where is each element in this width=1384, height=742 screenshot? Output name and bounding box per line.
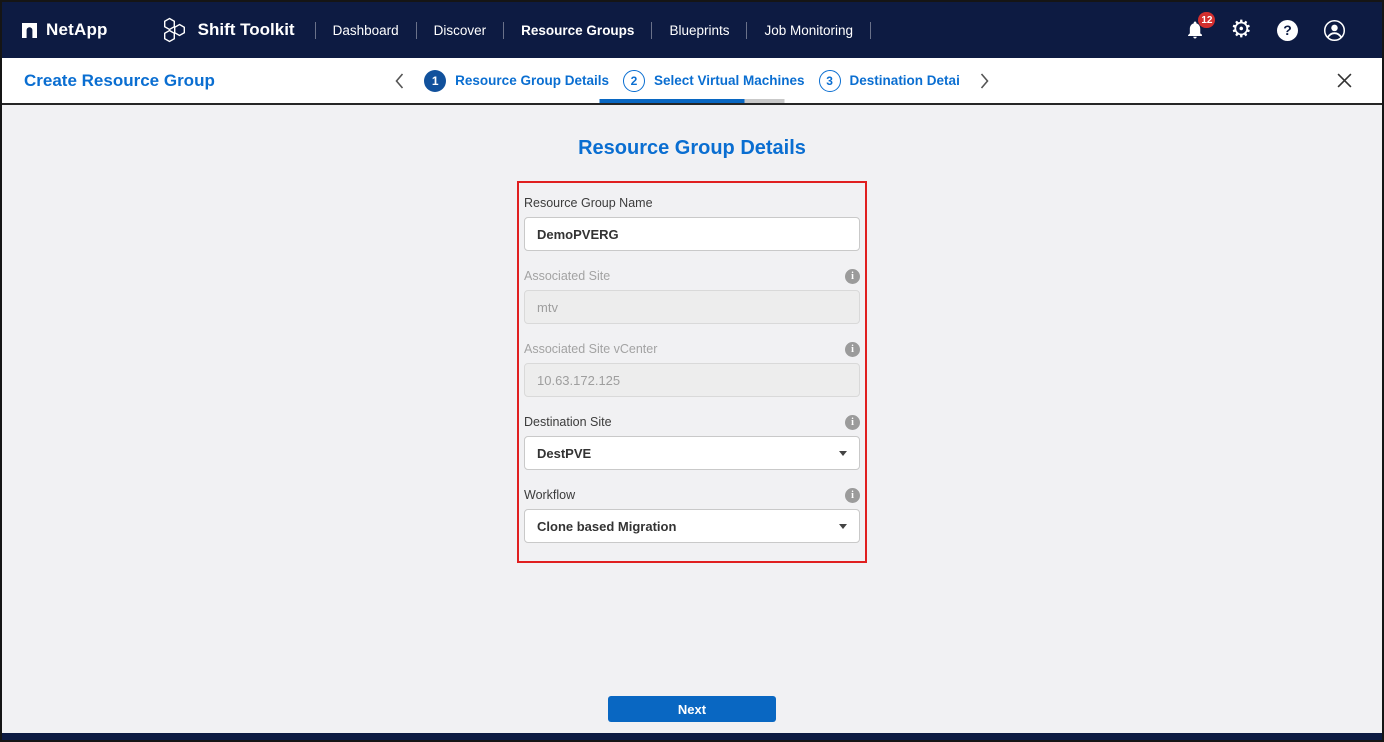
nav-item-resource-groups[interactable]: Resource Groups [504, 23, 651, 38]
close-icon [1337, 73, 1352, 88]
help-icon: ? [1277, 20, 1298, 41]
stepper-scroll-track [745, 99, 785, 103]
nav-item-job-monitoring[interactable]: Job Monitoring [747, 23, 870, 38]
chevron-down-icon [839, 451, 847, 456]
field-resource-group-name: Resource Group Name [524, 195, 860, 251]
step-resource-group-details[interactable]: 1 Resource Group Details [424, 70, 609, 92]
associated-site-vcenter-label: Associated Site vCenter [524, 342, 657, 356]
topbar-actions: 12 ⚙ ? [1185, 18, 1362, 42]
associated-site-input [524, 290, 860, 324]
nav-divider [870, 22, 871, 39]
associated-site-label: Associated Site [524, 269, 610, 283]
brand-name: NetApp [46, 20, 108, 40]
shift-toolkit-logo [160, 17, 188, 43]
step-select-virtual-machines[interactable]: 2 Select Virtual Machines [623, 70, 805, 92]
destination-site-value: DestPVE [537, 446, 591, 461]
info-icon[interactable]: i [845, 342, 860, 357]
resource-group-name-label: Resource Group Name [524, 196, 653, 210]
info-glyph: i [851, 490, 854, 501]
app-window: NetApp Shift Toolkit Dashboard Discover … [0, 0, 1384, 742]
next-button[interactable]: Next [608, 696, 776, 722]
info-glyph: i [851, 417, 854, 428]
step-1-indicator: 1 [424, 70, 446, 92]
info-icon[interactable]: i [845, 415, 860, 430]
step-2-indicator: 2 [623, 70, 645, 92]
associated-site-vcenter-input [524, 363, 860, 397]
netapp-brand: NetApp [22, 20, 108, 40]
form-title: Resource Group Details [2, 105, 1382, 160]
page-title: Create Resource Group [24, 71, 215, 91]
workflow-select[interactable]: Clone based Migration [524, 509, 860, 543]
footer-bar [2, 733, 1382, 740]
netapp-logo [22, 23, 37, 38]
field-workflow: Workflow i Clone based Migration [524, 487, 860, 543]
resource-group-name-input[interactable] [524, 217, 860, 251]
step-destination-details[interactable]: 3 Destination Detai [819, 70, 960, 92]
nav-item-dashboard[interactable]: Dashboard [316, 23, 416, 38]
app-title-text: Shift Toolkit [198, 20, 295, 40]
destination-site-select[interactable]: DestPVE [524, 436, 860, 470]
workflow-label: Workflow [524, 488, 575, 502]
settings-button[interactable]: ⚙ [1230, 18, 1252, 42]
stepper-prev-button[interactable] [389, 73, 410, 89]
app-title: Shift Toolkit [160, 17, 315, 43]
step-2-label: Select Virtual Machines [654, 73, 805, 88]
info-icon[interactable]: i [845, 488, 860, 503]
workflow-value: Clone based Migration [537, 519, 676, 534]
step-1-label: Resource Group Details [455, 73, 609, 88]
step-3-indicator: 3 [819, 70, 841, 92]
wizard-header: Create Resource Group 1 Resource Group D… [2, 58, 1382, 105]
stepper-scroll-active [600, 99, 745, 103]
top-navigation-bar: NetApp Shift Toolkit Dashboard Discover … [2, 2, 1382, 58]
user-icon [1323, 19, 1346, 42]
notifications-button[interactable]: 12 [1185, 19, 1205, 41]
info-glyph: i [851, 344, 854, 355]
annotation-highlight: Resource Group Name Associated Site i As… [517, 181, 867, 563]
gear-icon: ⚙ [1230, 18, 1252, 42]
account-button[interactable] [1323, 19, 1346, 42]
stepper-scroll-indicator[interactable] [600, 99, 785, 103]
field-associated-site-vcenter: Associated Site vCenter i [524, 341, 860, 397]
step-3-label: Destination Detai [850, 73, 960, 88]
help-button[interactable]: ? [1277, 20, 1298, 41]
chevron-left-icon [395, 73, 404, 89]
wizard-content: Resource Group Details Resource Group Na… [2, 105, 1382, 733]
info-icon[interactable]: i [845, 269, 860, 284]
destination-site-label: Destination Site [524, 415, 612, 429]
field-destination-site: Destination Site i DestPVE [524, 414, 860, 470]
nav-item-discover[interactable]: Discover [417, 23, 504, 38]
close-button[interactable] [1331, 72, 1358, 89]
nav-item-blueprints[interactable]: Blueprints [652, 23, 746, 38]
stepper-next-button[interactable] [974, 73, 995, 89]
notification-badge: 12 [1198, 12, 1215, 28]
main-navigation: Dashboard Discover Resource Groups Bluep… [315, 2, 871, 58]
field-associated-site: Associated Site i [524, 268, 860, 324]
wizard-stepper: 1 Resource Group Details 2 Select Virtua… [389, 70, 995, 92]
chevron-right-icon [980, 73, 989, 89]
info-glyph: i [851, 271, 854, 282]
chevron-down-icon [839, 524, 847, 529]
